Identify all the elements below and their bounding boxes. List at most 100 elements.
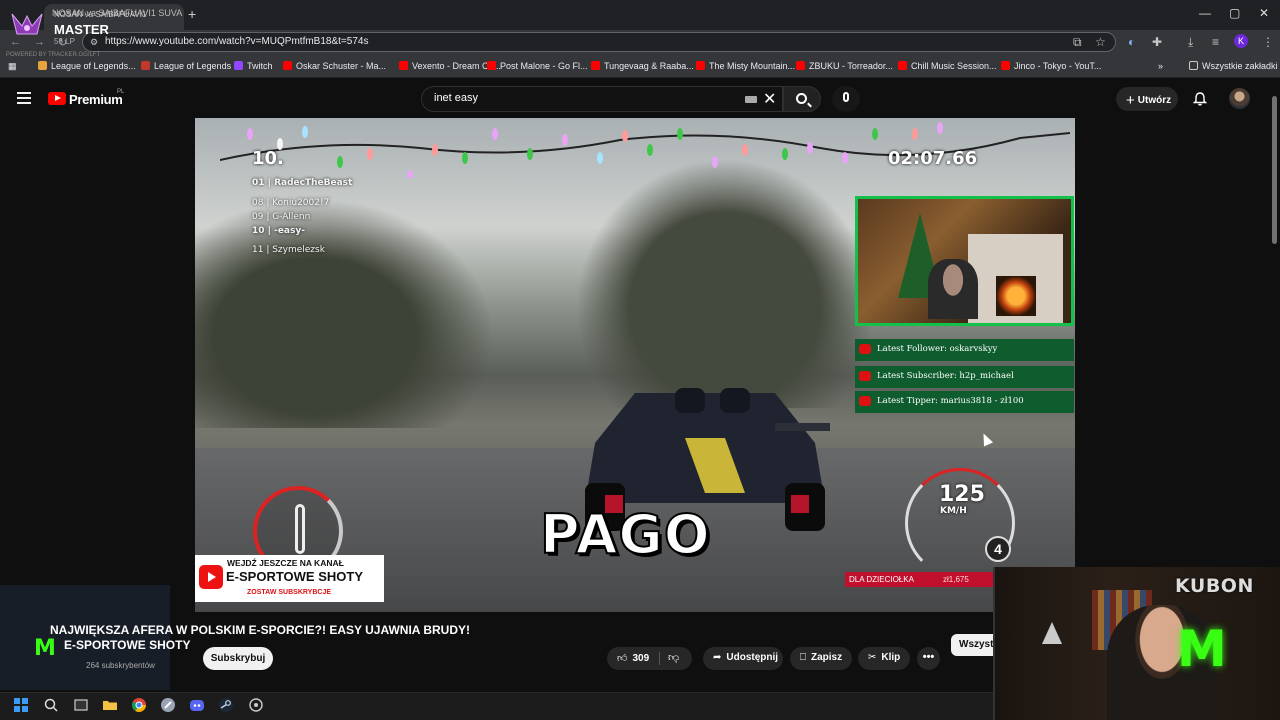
scrollbar-thumb[interactable] — [1272, 96, 1277, 244]
install-app-icon[interactable]: ⧉ — [1073, 35, 1082, 50]
like-button[interactable]: 👍︎ 309 — [607, 647, 659, 670]
extension-audio-icon[interactable]: ◐ — [1128, 35, 1135, 49]
donation-goal: DLA DZIECIOŁKA zł1,675 — [845, 572, 995, 587]
close-window-icon[interactable]: ✕ — [1259, 6, 1269, 20]
clip-label: Klip — [881, 652, 901, 663]
speed-value: 125 — [939, 482, 985, 507]
bookmark-item[interactable]: League of Legends... — [38, 61, 136, 71]
bookmark-label: Post Malone - Go Fl... — [500, 61, 588, 71]
save-button[interactable]: ⎕ Zapisz — [790, 647, 852, 670]
search-button[interactable] — [783, 86, 821, 112]
race-position: 10. — [252, 148, 284, 169]
bookmark-favicon-icon — [399, 61, 408, 70]
gift-bow-icon — [859, 396, 871, 406]
apps-icon[interactable]: ▦ — [8, 61, 17, 72]
create-button[interactable]: + Utwórz — [1116, 87, 1178, 111]
extensions-icon[interactable]: ✚ — [1152, 35, 1162, 49]
bookmark-item[interactable]: The Misty Mountain... — [696, 61, 795, 71]
microphone-icon — [843, 92, 849, 102]
leaderboard-row: 11 | Szymelezsk — [252, 245, 325, 255]
youtube-premium-wordmark[interactable]: Premium — [69, 92, 123, 107]
chrome-icon[interactable] — [131, 697, 147, 713]
bookmark-item[interactable]: Vexento - Dream Ca... — [399, 61, 501, 71]
menu-icon[interactable] — [17, 92, 31, 104]
all-bookmarks-folder[interactable]: Wszystkie zakładki — [1189, 61, 1278, 71]
dislike-button[interactable]: 👎︎ — [660, 647, 692, 670]
channel-monster-logo-icon[interactable]: M — [34, 636, 56, 662]
folder-icon — [1189, 61, 1198, 70]
alert-text: Latest Subscriber: h2p_michael — [877, 371, 1014, 381]
clear-search-icon[interactable]: ✕ — [763, 89, 776, 109]
video-caption: PAGO — [539, 502, 711, 567]
bookmark-item[interactable]: Chill Music Session... — [898, 61, 997, 71]
bookmark-label: Oskar Schuster - Ma... — [296, 61, 387, 71]
minimize-icon[interactable]: — — [1199, 6, 1211, 20]
steam-icon[interactable] — [218, 697, 234, 713]
bookmark-star-icon[interactable]: ☆ — [1095, 35, 1106, 49]
youtube-logo-icon[interactable] — [48, 92, 66, 105]
bookmark-item[interactable]: Jinco - Tokyo - YouT... — [1001, 61, 1101, 71]
race-timer: 02:07.66 — [888, 148, 978, 169]
notifications-bell-icon[interactable] — [1193, 92, 1207, 106]
file-explorer-icon[interactable] — [102, 697, 118, 713]
bookmark-item[interactable]: ZBUKU - Torreador... — [796, 61, 893, 71]
gift-bow-icon — [859, 344, 871, 354]
more-bookmarks-icon[interactable]: » — [1158, 61, 1163, 71]
windows-start-icon[interactable] — [13, 697, 29, 713]
rank-overlay: NOSAN va SAIBAFUAVI1 MASTER 56 LP POWERE… — [6, 6, 186, 58]
keyboard-icon[interactable] — [745, 96, 757, 103]
new-tab-icon[interactable]: + — [188, 6, 196, 22]
video-player[interactable]: 10. 01 | RadecTheBeast 08 | Koniu2002!7 09… — [195, 118, 1075, 612]
donation-amount: zł1,675 — [943, 575, 969, 584]
scissors-icon: ✂ — [868, 652, 877, 663]
bookmark-item[interactable]: Post Malone - Go Fl... — [487, 61, 588, 71]
bookmark-favicon-icon — [696, 61, 705, 70]
create-label: Utwórz — [1137, 95, 1172, 106]
more-actions-button[interactable]: ••• — [917, 647, 940, 670]
share-label: Udostępnij — [726, 652, 779, 663]
video-title: NAJWIĘKSZA AFERA W POLSKIM E-SPORCIE?! E… — [50, 623, 471, 637]
bookmark-label: The Misty Mountain... — [709, 61, 796, 71]
country-code: PL — [117, 89, 125, 95]
account-avatar[interactable] — [1229, 88, 1250, 109]
bookmark-item[interactable]: Twitch — [234, 61, 273, 71]
search-icon[interactable] — [43, 697, 59, 713]
streamer-webcam — [855, 196, 1074, 326]
thumbs-up-icon: 👍︎ — [617, 653, 628, 664]
save-label: Zapisz — [811, 652, 843, 663]
app-icon[interactable] — [160, 697, 176, 713]
voice-search-button[interactable] — [832, 86, 860, 112]
share-button[interactable]: ➦ Udostępnij — [703, 647, 783, 670]
bookmark-favicon-icon — [141, 61, 150, 70]
channel-name[interactable]: E-SPORTOWE SHOTY — [64, 638, 190, 652]
share-icon: ➦ — [713, 652, 722, 663]
maximize-icon[interactable]: ▢ — [1229, 6, 1240, 20]
stream-alert: Latest Follower: oskarvskyy — [855, 339, 1074, 361]
download-icon[interactable]: ⤓ — [1188, 35, 1193, 50]
streamer-name-overlay: KUBON — [1175, 575, 1254, 597]
alert-text: Latest Follower: oskarvskyy — [877, 344, 998, 354]
leaderboard-row: 01 | RadecTheBeast — [252, 178, 353, 188]
bookmark-favicon-icon — [796, 61, 805, 70]
bookmark-label: ZBUKU - Torreador... — [809, 61, 893, 71]
browser-profile-icon[interactable]: K — [1234, 34, 1248, 48]
like-count: 309 — [632, 653, 650, 664]
bookmark-item[interactable]: Oskar Schuster - Ma... — [283, 61, 386, 71]
discord-icon[interactable] — [189, 697, 205, 713]
bookmark-item[interactable]: League of Legends — [141, 61, 231, 71]
subscriber-count: 264 subskrybentów — [86, 661, 155, 670]
browser-menu-icon[interactable]: ⋮ — [1262, 35, 1274, 49]
address-bar[interactable]: https://www.youtube.com/watch?v=MUQPmtfm… — [82, 32, 1116, 52]
play-icon — [199, 565, 223, 589]
summoner-name: NOSAN va SAIBAFUAVI1 — [54, 10, 147, 19]
media-icon[interactable]: ≡ — [1212, 35, 1219, 49]
bookmark-label: Jinco - Tokyo - YouT... — [1014, 61, 1102, 71]
bookmark-item[interactable]: Tungevaag & Raaba... — [591, 61, 694, 71]
task-view-icon[interactable] — [73, 697, 89, 713]
bookmark-favicon-icon — [234, 61, 243, 70]
app-icon[interactable] — [248, 697, 264, 713]
clip-button[interactable]: ✂ Klip — [858, 647, 910, 670]
subscribe-button[interactable]: Subskrybuj — [203, 647, 273, 670]
promo-channel-text: E-SPORTOWE SHOTY — [226, 569, 363, 584]
stream-alert: Latest Subscriber: h2p_michael — [855, 366, 1074, 388]
